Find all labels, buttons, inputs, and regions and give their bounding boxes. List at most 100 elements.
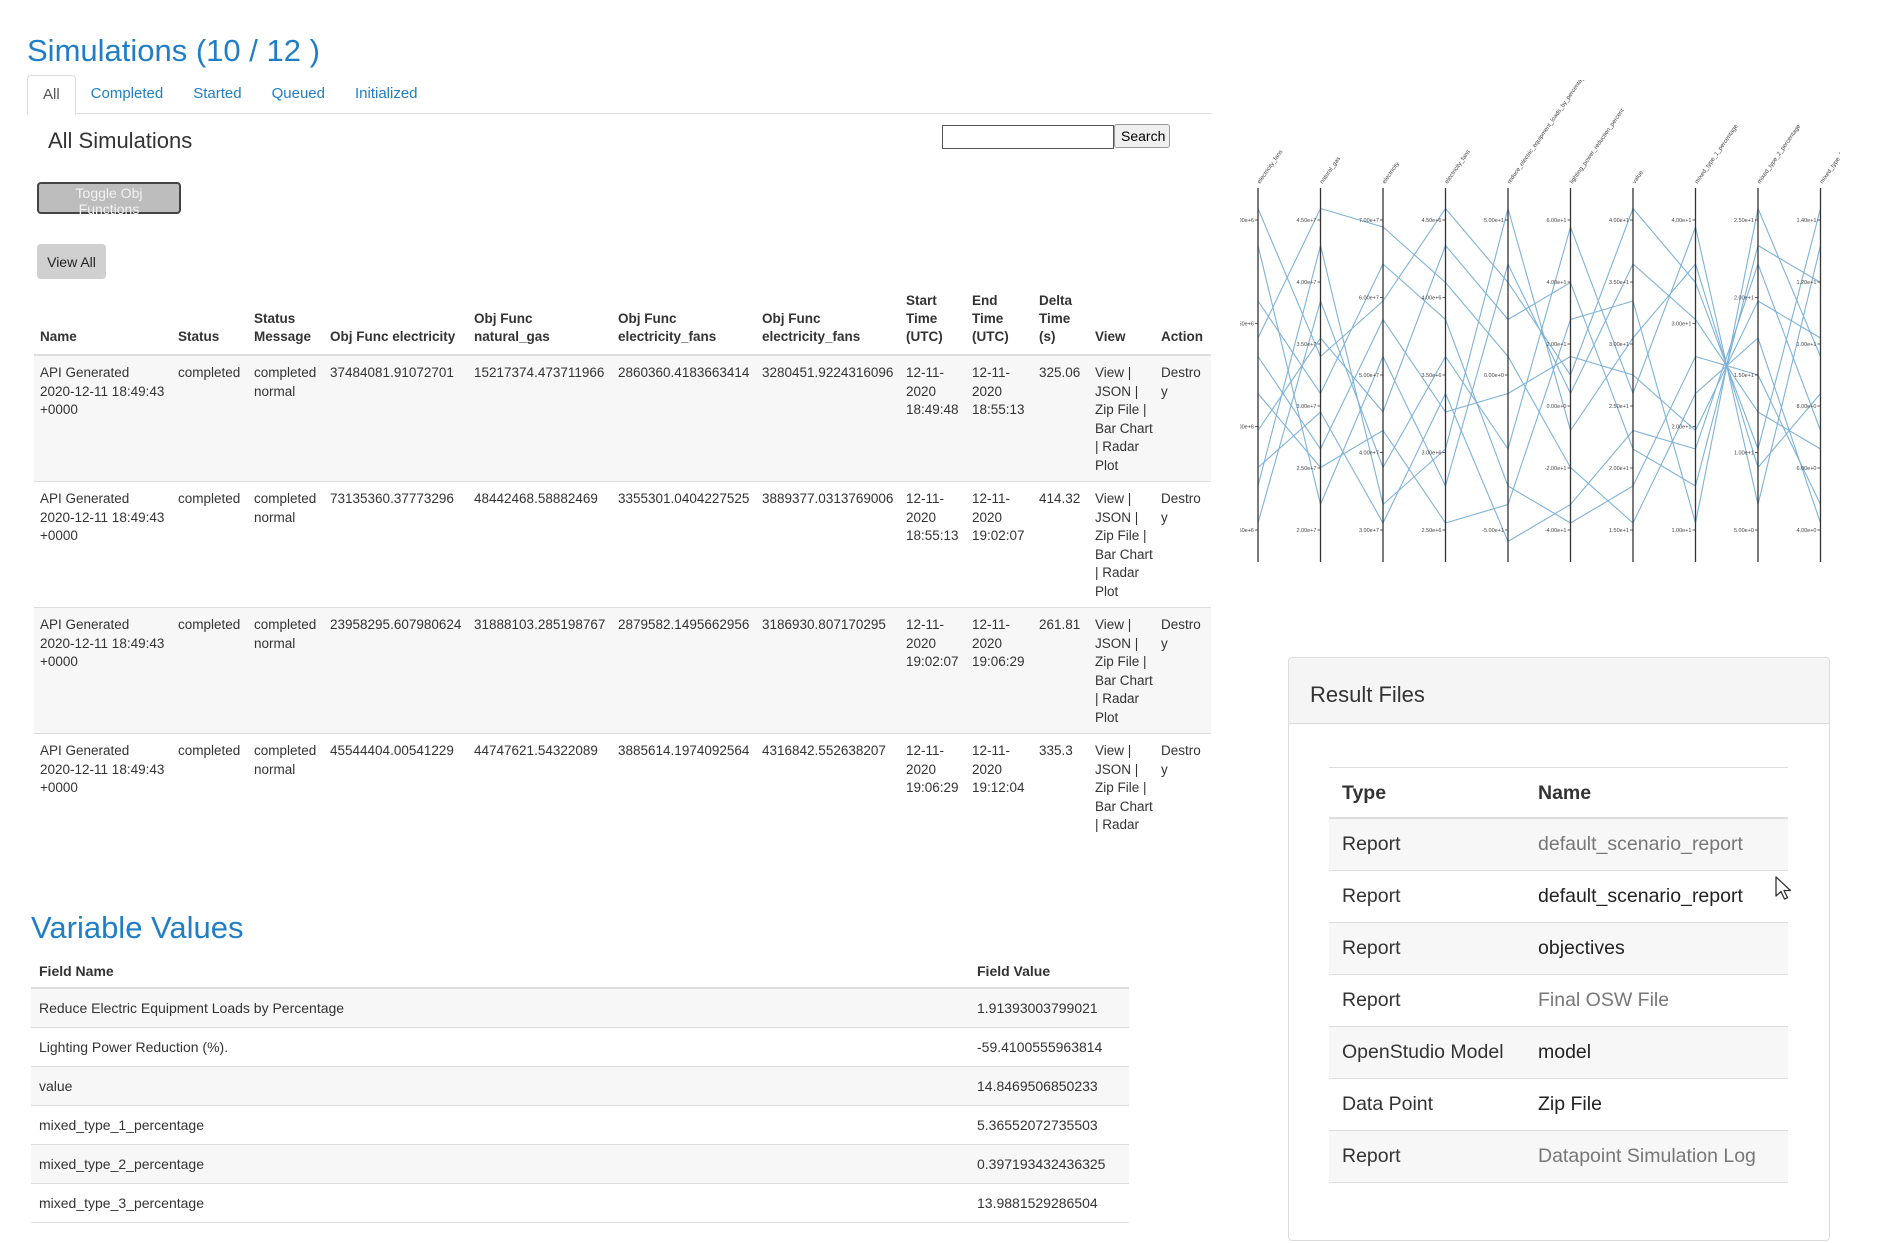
file-type: Report: [1329, 922, 1525, 975]
result-files-table: Type Name Report default_scenario_report R…: [1329, 767, 1788, 1183]
view-links[interactable]: View | JSON | Zip File | Bar Chart | Rad…: [1089, 607, 1155, 734]
tick-label: 3.50e+1: [1609, 280, 1629, 286]
column-header[interactable]: Name: [34, 288, 172, 356]
file-type: Report: [1329, 1130, 1525, 1183]
tick-label: 5.00e+7: [1359, 373, 1379, 379]
start-time-cell: 12-11-2020 19:06:29: [900, 733, 966, 838]
end-time-cell: 12-11-2020 19:02:07: [966, 481, 1033, 608]
view-links[interactable]: View | JSON | Zip File | Bar Chart | Rad…: [1089, 733, 1155, 838]
status-tabs: All Completed Started Queued Initialized: [27, 75, 1211, 115]
tick-label: 1.00e+1: [1671, 528, 1691, 534]
table-row: API Generated 2020-12-11 18:49:43 +0000 …: [34, 607, 1211, 734]
tab-initialized[interactable]: Initialized: [340, 75, 433, 112]
tab-started[interactable]: Started: [178, 75, 256, 112]
file-name-link[interactable]: default_scenario_report: [1525, 818, 1788, 871]
file-type: Report: [1329, 974, 1525, 1027]
view-links[interactable]: View | JSON | Zip File | Bar Chart | Rad…: [1089, 481, 1155, 608]
file-name-link[interactable]: Datapoint Simulation Log: [1525, 1130, 1788, 1183]
tick-label: -5.00e+1: [1482, 528, 1504, 534]
table-row: Report Final OSW File: [1329, 974, 1788, 1027]
sim-status-cell: completed: [172, 355, 248, 482]
obj-electricity-cell: 45544404.00541229: [324, 733, 468, 838]
search-input[interactable]: [942, 125, 1114, 149]
field-value: 13.9881529286504: [969, 1183, 1129, 1223]
destroy-link[interactable]: Destroy: [1155, 607, 1211, 734]
file-name-link[interactable]: default_scenario_report: [1525, 870, 1788, 923]
destroy-link[interactable]: Destroy: [1155, 733, 1211, 838]
table-row: API Generated 2020-12-11 18:49:43 +0000 …: [34, 481, 1211, 608]
obj-fans-cell: 3186930.807170295: [756, 607, 900, 734]
column-header[interactable]: Status Message: [248, 288, 324, 356]
tab-completed[interactable]: Completed: [76, 75, 179, 112]
view-links[interactable]: View | JSON | Zip File | Bar Chart | Rad…: [1089, 355, 1155, 482]
field-value: 14.8469506850233: [969, 1066, 1129, 1106]
file-name-link[interactable]: Final OSW File: [1525, 974, 1788, 1027]
sim-message-cell: completed normal: [248, 733, 324, 838]
obj-electricity-cell: 23958295.607980624: [324, 607, 468, 734]
field-name: mixed_type_2_percentage: [31, 1144, 969, 1184]
column-header[interactable]: Status: [172, 288, 248, 356]
column-header[interactable]: Start Time (UTC): [900, 288, 966, 356]
tick-label: 3.00e+6: [1240, 425, 1254, 431]
view-all-button[interactable]: View All: [37, 244, 106, 279]
obj-fans-cell: 3889377.0313769006: [756, 481, 900, 608]
tick-label: 4.50e+7: [1296, 218, 1316, 224]
series-line: [1257, 206, 1822, 524]
page-title: Simulations (10 / 12 ): [27, 33, 320, 68]
sim-message-cell: completed normal: [248, 607, 324, 734]
mouse-pointer-icon: [1775, 876, 1792, 900]
field-name: Lighting Power Reduction (%).: [31, 1027, 969, 1067]
column-header[interactable]: Delta Time (s): [1033, 288, 1089, 356]
column-header[interactable]: Obj Func electricity: [324, 288, 468, 356]
column-header[interactable]: End Time (UTC): [966, 288, 1033, 356]
column-header[interactable]: Obj Func natural_gas: [468, 288, 612, 356]
tick-label: 2.00e+1: [1671, 425, 1691, 431]
tick-label: 4.00e+1: [1546, 280, 1566, 286]
simulations-table: Name Status Status Message Obj Func elec…: [34, 288, 1211, 838]
tick-label: 0.00e+0: [1546, 404, 1566, 410]
tick-label: 4.00e+7: [1359, 451, 1379, 457]
simulations-table-container[interactable]: Name Status Status Message Obj Func elec…: [34, 288, 1211, 838]
tick-label: 1.50e+1: [1734, 373, 1754, 379]
tick-label: 2.00e+1: [1546, 342, 1566, 348]
toggle-obj-functions-button[interactable]: Toggle Obj Functions: [37, 182, 181, 217]
series-line: [1257, 206, 1821, 506]
all-simulations-heading: All Simulations: [48, 128, 193, 153]
field-name: value: [31, 1066, 969, 1106]
axis-label: natural_gas: [1319, 156, 1342, 185]
column-header[interactable]: Obj Func electricity_fans: [612, 288, 756, 356]
tick-label: 1.00e+1: [1796, 342, 1816, 348]
end-time-cell: 12-11-2020 18:55:13: [966, 355, 1033, 482]
destroy-link[interactable]: Destroy: [1155, 481, 1211, 608]
search-button[interactable]: Search: [1114, 124, 1170, 148]
tab-queued[interactable]: Queued: [257, 75, 340, 112]
tick-label: 5.00e+0: [1734, 528, 1754, 534]
variable-values-table: Field Name Field Value Reduce Electric E…: [31, 953, 1129, 1223]
table-row: Report default_scenario_report: [1329, 870, 1788, 923]
parallel-coordinates-svg[interactable]: electricity_fans 4.00e+6 3.50e+6 3.00e+6 2.5…: [1234, 72, 1865, 570]
delta-time-cell: 325.06: [1033, 355, 1089, 482]
end-time-cell: 12-11-2020 19:12:04: [966, 733, 1033, 838]
tab-all[interactable]: All: [27, 75, 76, 115]
file-name-link[interactable]: Zip File: [1525, 1078, 1788, 1131]
obj-natural-gas-cell: 31888103.285198767: [468, 607, 612, 734]
tick-label: 6.00e+1: [1546, 218, 1566, 224]
table-row: API Generated 2020-12-11 18:49:43 +0000 …: [34, 355, 1211, 482]
destroy-link[interactable]: Destroy: [1155, 355, 1211, 482]
file-name-link[interactable]: objectives: [1525, 922, 1788, 975]
tick-label: 1.50e+1: [1609, 528, 1629, 534]
tick-label: 8.00e+0: [1796, 404, 1816, 410]
sim-message-cell: completed normal: [248, 355, 324, 482]
field-name: Reduce Electric Equipment Loads by Perce…: [31, 988, 969, 1028]
file-name-link[interactable]: model: [1525, 1026, 1788, 1079]
tick-label: 3.00e+7: [1296, 404, 1316, 410]
parallel-coordinates-plot[interactable]: electricity_fans 4.00e+6 3.50e+6 3.00e+6 2.5…: [1234, 72, 1865, 570]
axis-label: mixed_type_1_percentage: [1694, 123, 1740, 185]
table-row: mixed_type_3_percentage 13.9881529286504: [31, 1183, 1129, 1223]
tick-label: 2.50e+7: [1296, 466, 1316, 472]
series-line: [1257, 207, 1822, 524]
end-time-cell: 12-11-2020 19:06:29: [966, 607, 1033, 734]
tick-label: 6.00e+0: [1796, 466, 1816, 472]
column-header[interactable]: Obj Func electricity_fans: [756, 288, 900, 356]
delta-time-cell: 335.3: [1033, 733, 1089, 838]
